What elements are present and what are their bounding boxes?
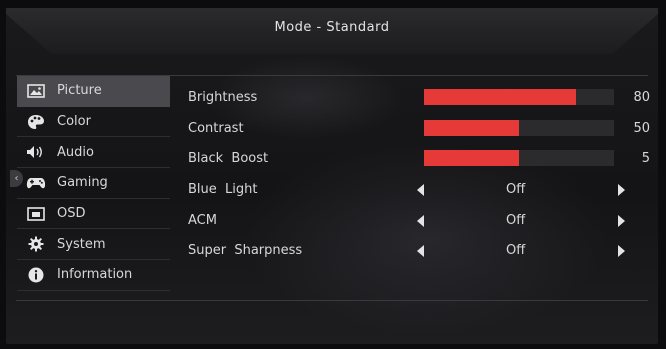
osd-icon xyxy=(25,206,47,222)
sidebar-item-label: Gaming xyxy=(57,175,108,191)
osd-screen: Mode - Standard ‹ Picture Color Audio Ga… xyxy=(6,8,658,344)
sidebar-item-label: System xyxy=(57,236,106,252)
sidebar-item-label: Color xyxy=(57,114,91,130)
sidebar-item-label: Information xyxy=(57,267,133,283)
super-sharpness-label: Super Sharpness xyxy=(188,243,303,259)
sidebar-item-color[interactable]: Color xyxy=(17,107,170,138)
black-boost-row[interactable]: Black Boost 5 xyxy=(188,145,658,176)
settings-panel: Brightness 80 Contrast 50 Black Boost 5 … xyxy=(188,84,658,268)
blue-light-prev-icon[interactable] xyxy=(417,184,424,197)
sidebar-item-label: Audio xyxy=(57,144,94,160)
contrast-fill xyxy=(424,119,519,136)
picture-icon xyxy=(25,83,47,99)
sidebar-item-label: OSD xyxy=(57,206,86,222)
brightness-row[interactable]: Brightness 80 xyxy=(188,84,658,115)
sidebar-item-audio[interactable]: Audio xyxy=(17,137,170,169)
black-boost-value: 5 xyxy=(641,151,650,167)
blue-light-row[interactable]: Blue Light Off xyxy=(188,176,658,207)
brightness-label: Brightness xyxy=(188,90,258,105)
super-sharpness-value: Off xyxy=(506,243,526,259)
acm-prev-icon[interactable] xyxy=(417,214,424,227)
black-boost-slider[interactable] xyxy=(424,150,614,167)
sidebar-item-system[interactable]: System xyxy=(17,229,170,261)
contrast-slider[interactable] xyxy=(424,119,614,136)
super-sharpness-prev-icon[interactable] xyxy=(417,245,424,258)
osd-header: Mode - Standard xyxy=(6,8,658,54)
gamepad-icon xyxy=(25,175,47,191)
acm-row[interactable]: ACM Off xyxy=(188,207,658,238)
black-boost-fill xyxy=(424,150,519,167)
acm-label: ACM xyxy=(188,212,217,228)
black-boost-label: Black Boost xyxy=(188,151,269,167)
sidebar-item-information[interactable]: Information xyxy=(17,260,170,291)
mode-title: Mode - Standard xyxy=(274,20,390,35)
brightness-slider[interactable] xyxy=(424,89,614,105)
blue-light-value: Off xyxy=(506,182,526,198)
sidebar-item-gaming[interactable]: Gaming xyxy=(17,168,170,199)
blue-light-label: Blue Light xyxy=(188,182,258,198)
brightness-value: 80 xyxy=(633,90,650,105)
super-sharpness-next-icon[interactable] xyxy=(618,245,625,258)
sidebar: Picture Color Audio Gaming OSD System In… xyxy=(17,76,170,291)
super-sharpness-row[interactable]: Super Sharpness Off xyxy=(188,237,658,268)
sidebar-item-picture[interactable]: Picture xyxy=(17,76,170,107)
contrast-row[interactable]: Contrast 50 xyxy=(188,115,658,146)
contrast-value: 50 xyxy=(633,120,650,136)
bottom-divider xyxy=(16,300,648,301)
gear-icon xyxy=(25,236,47,252)
brightness-fill xyxy=(424,89,576,105)
sidebar-item-label: Picture xyxy=(57,83,102,99)
acm-next-icon[interactable] xyxy=(618,214,625,227)
acm-value: Off xyxy=(506,212,526,228)
blue-light-next-icon[interactable] xyxy=(618,184,625,197)
palette-icon xyxy=(25,114,47,130)
sidebar-item-osd[interactable]: OSD xyxy=(17,199,170,230)
contrast-label: Contrast xyxy=(188,120,244,136)
speaker-icon xyxy=(25,144,47,160)
info-icon xyxy=(25,267,47,283)
